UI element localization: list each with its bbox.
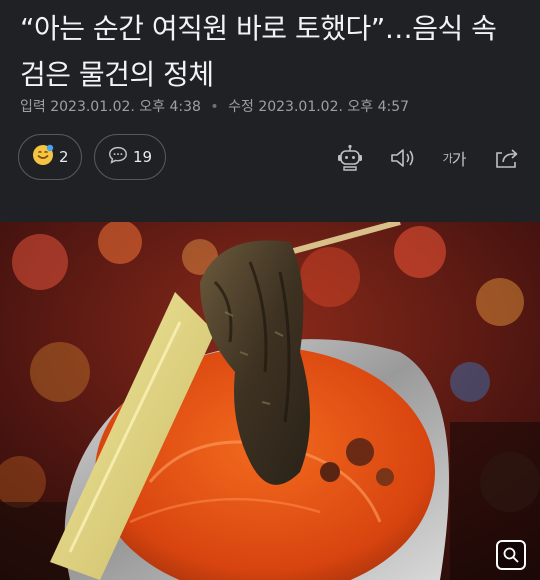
article-photo[interactable] (0, 222, 540, 580)
comment-count: 19 (133, 148, 153, 166)
comment-button[interactable]: 19 (94, 134, 166, 180)
zoom-icon[interactable] (496, 540, 526, 570)
posted-time: 2023.01.02. 오후 4:38 (50, 99, 201, 115)
share-icon[interactable] (490, 142, 522, 174)
posted-label: 입력 (20, 99, 46, 115)
updated-label: 수정 (228, 99, 254, 115)
updated-time: 2023.01.02. 오후 4:57 (258, 99, 410, 115)
reaction-count: 2 (59, 148, 69, 166)
article-toolbar: 가가 (334, 140, 522, 176)
font-size-button[interactable]: 가가 (438, 142, 470, 174)
font-size-large-label: 가 (451, 150, 467, 169)
speech-bubble-icon (107, 144, 129, 170)
speaker-icon[interactable] (386, 142, 418, 174)
article-headline: “아는 순간 여직원 바로 토했다”…음식 속 검은 물건의 정체 (20, 12, 497, 91)
food-photo-illustration (0, 222, 540, 580)
robot-icon[interactable] (334, 142, 366, 174)
reaction-bar: 2 19 (18, 134, 166, 180)
article-meta: 입력 2023.01.02. 오후 4:38 • 수정 2023.01.02. … (20, 96, 409, 116)
reaction-button[interactable]: 2 (18, 134, 82, 180)
font-size-small-label: 가 (442, 152, 453, 165)
meta-separator: • (210, 99, 219, 115)
smiley-face-icon (31, 143, 55, 171)
